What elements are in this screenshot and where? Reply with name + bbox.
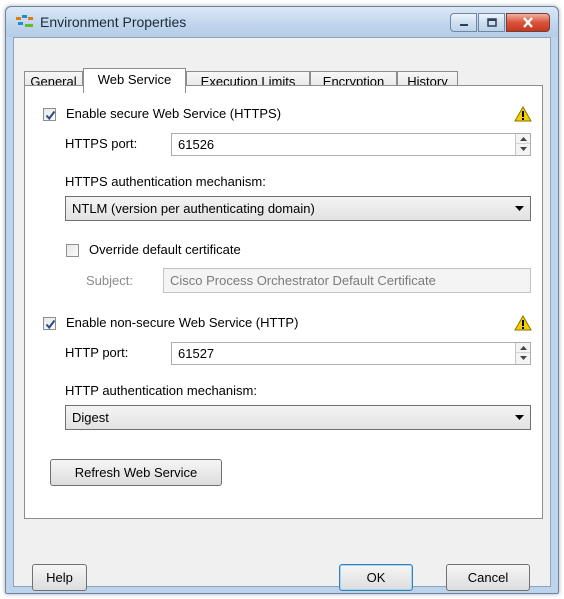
ok-button[interactable]: OK [339, 564, 413, 591]
environment-icon [16, 15, 33, 27]
ok-label: OK [366, 570, 386, 585]
minimize-button[interactable] [450, 13, 477, 32]
spin-up-icon[interactable] [516, 134, 530, 144]
http-port-value: 61527 [178, 346, 215, 361]
refresh-web-service-button[interactable]: Refresh Web Service [50, 459, 222, 486]
chevron-down-icon [515, 206, 524, 211]
help-label: Help [46, 570, 73, 585]
https-auth-value: NTLM (version per authenticating domain) [72, 201, 315, 216]
override-certificate-label[interactable]: Override default certificate [89, 242, 241, 257]
enable-http-checkbox[interactable] [43, 317, 56, 330]
warning-triangle-icon [514, 315, 532, 331]
http-auth-select[interactable]: Digest [65, 405, 531, 430]
maximize-button[interactable] [478, 13, 505, 32]
chevron-down-icon [515, 415, 524, 420]
override-certificate-checkbox[interactable] [66, 244, 79, 257]
https-port-value: 61526 [178, 137, 215, 152]
checkmark-icon [45, 110, 56, 121]
help-button[interactable]: Help [32, 564, 87, 591]
close-button[interactable] [506, 13, 550, 32]
enable-https-label[interactable]: Enable secure Web Service (HTTPS) [66, 106, 281, 121]
http-port-spinner[interactable] [515, 343, 530, 364]
title-bar[interactable]: Environment Properties [6, 7, 558, 37]
https-port-label: HTTPS port: [65, 136, 138, 151]
minimize-icon [459, 23, 468, 26]
http-auth-label: HTTP authentication mechanism: [65, 383, 257, 398]
subject-label: Subject: [86, 273, 133, 288]
http-auth-value: Digest [72, 410, 109, 425]
enable-http-label[interactable]: Enable non-secure Web Service (HTTP) [66, 315, 298, 330]
tab-label: Web Service [97, 72, 172, 87]
spin-down-icon[interactable] [516, 353, 530, 363]
cancel-label: Cancel [467, 570, 509, 585]
subject-value: Cisco Process Orchestrator Default Certi… [170, 273, 436, 288]
refresh-label: Refresh Web Service [74, 465, 198, 480]
maximize-icon [486, 18, 497, 27]
tab-web-service[interactable]: Web Service [83, 68, 186, 93]
subject-input[interactable]: Cisco Process Orchestrator Default Certi… [163, 268, 531, 293]
https-auth-select[interactable]: NTLM (version per authenticating domain) [65, 196, 531, 221]
spin-up-icon[interactable] [516, 343, 530, 353]
web-service-panel: Enable secure Web Service (HTTPS) HTTPS … [24, 85, 543, 519]
https-port-spinner[interactable] [515, 134, 530, 155]
https-port-input[interactable]: 61526 [171, 133, 531, 156]
http-port-input[interactable]: 61527 [171, 342, 531, 365]
enable-https-checkbox[interactable] [43, 108, 56, 121]
https-auth-label: HTTPS authentication mechanism: [65, 174, 266, 189]
http-port-label: HTTP port: [65, 345, 129, 360]
warning-triangle-icon [514, 106, 532, 122]
checkmark-icon [45, 319, 56, 330]
close-icon [523, 17, 533, 28]
cancel-button[interactable]: Cancel [446, 564, 530, 591]
spin-down-icon[interactable] [516, 144, 530, 154]
window-title: Environment Properties [40, 14, 187, 30]
